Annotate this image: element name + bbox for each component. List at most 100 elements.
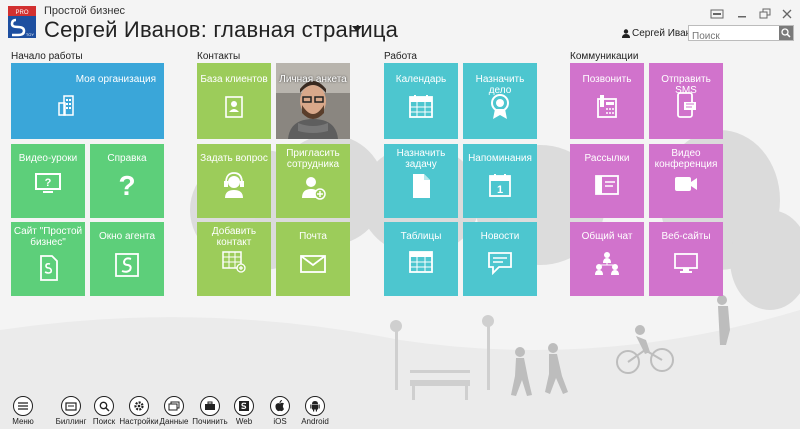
user-icon (622, 29, 630, 38)
tile-calendar[interactable]: Календарь (384, 63, 458, 139)
bottom-label: Android (301, 417, 329, 426)
question-mark-icon: ? (118, 170, 135, 199)
section-title-work: Работа (384, 51, 417, 62)
tile-news[interactable]: Новости (463, 222, 537, 296)
tile-client-base[interactable]: База клиентов (197, 63, 271, 139)
tile-label: Напоминания (468, 153, 532, 164)
speech-bubble-icon (488, 252, 512, 275)
tile-add-contact[interactable]: Добавить контакт (197, 222, 271, 296)
apple-icon (270, 396, 290, 416)
tile-websites[interactable]: Веб-сайты (649, 222, 723, 296)
tile-label: Календарь (395, 74, 447, 85)
data-windows-icon (164, 396, 184, 416)
svg-text:?: ? (118, 170, 135, 199)
group-chat-icon (595, 252, 619, 275)
tile-label: Личная анкета (279, 74, 347, 85)
bottom-label: Меню (12, 417, 34, 426)
agent-window-icon (115, 253, 139, 277)
search-box (688, 25, 794, 44)
bottom-menu-button[interactable]: Меню (8, 396, 38, 426)
calendar-day-icon: 1 (489, 174, 511, 197)
billing-icon (61, 396, 81, 416)
tile-label: Общий чат (581, 231, 633, 242)
tile-label: Моя организация (75, 74, 156, 85)
document-s-icon (40, 255, 58, 281)
tile-label: Позвонить (582, 74, 632, 85)
tile-call[interactable]: Позвонить (570, 63, 644, 139)
tile-reminders[interactable]: Напоминания 1 (463, 144, 537, 218)
tile-label: Пригласить сотрудника (286, 148, 340, 170)
app-name: Простой бизнес (44, 5, 126, 17)
monitor-question-icon: ? (35, 173, 61, 193)
app-logo: PRO TOY (8, 6, 36, 38)
calendar-day-number: 1 (497, 184, 503, 196)
minimize-icon[interactable] (735, 8, 749, 20)
android-icon (305, 396, 325, 416)
tile-label: Видео конференция (654, 148, 718, 170)
contacts-book-icon (225, 96, 243, 118)
tile-group-chat[interactable]: Общий чат (570, 222, 644, 296)
title-dropdown-caret-icon[interactable] (352, 26, 362, 32)
magnifier-icon (94, 396, 114, 416)
tile-label: Таблицы (400, 231, 442, 242)
tile-help[interactable]: Справка ? (90, 144, 164, 218)
toolbox-icon (200, 396, 220, 416)
web-s-icon (234, 396, 254, 416)
tile-label: Окно агента (98, 231, 156, 242)
tile-assign-job[interactable]: Назначить задачу (384, 144, 458, 218)
mobile-sms-icon (677, 92, 696, 118)
tile-send-sms[interactable]: Отправить SMS (649, 63, 723, 139)
gear-icon (129, 396, 149, 416)
calendar-grid-icon (409, 95, 433, 118)
tile-label: Назначить задачу (396, 148, 446, 170)
video-camera-icon (675, 177, 697, 191)
section-title-comms: Коммуникации (570, 51, 639, 62)
tile-video-lessons[interactable]: Видео-уроки ? (11, 144, 85, 218)
tile-tables[interactable]: Таблицы (384, 222, 458, 296)
add-contact-grid-icon (222, 251, 246, 273)
tile-ask-question[interactable]: Задать вопрос (197, 144, 271, 218)
section-title-start: Начало работы (11, 51, 83, 62)
svg-text:?: ? (45, 177, 52, 189)
tile-label: Новости (480, 231, 520, 242)
tile-label: Веб-сайты (661, 231, 711, 242)
tile-label: Справка (107, 153, 147, 164)
search-button[interactable] (779, 26, 793, 40)
add-user-icon (302, 177, 326, 200)
page-title[interactable]: Сергей Иванов: главная страница (44, 17, 398, 43)
tile-label: Почта (299, 231, 327, 242)
tile-my-organization[interactable]: Моя организация (11, 63, 164, 139)
bottom-android-button[interactable]: Android (300, 396, 330, 426)
headset-operator-icon (224, 172, 244, 198)
tile-label: База клиентов (200, 74, 268, 85)
building-icon (58, 95, 74, 116)
search-input[interactable] (689, 29, 778, 44)
table-grid-icon (409, 251, 433, 273)
tile-label: Задать вопрос (200, 153, 268, 164)
tile-invite-employee[interactable]: Пригласить сотрудника (276, 144, 350, 218)
tile-label: Рассылки (584, 153, 630, 164)
office-phone-icon (597, 95, 617, 118)
envelope-icon (300, 255, 326, 273)
close-icon[interactable] (780, 8, 794, 20)
search-icon (781, 28, 791, 38)
tile-label: Добавить контакт (211, 226, 257, 248)
document-icon (413, 174, 430, 198)
logo-text-top: PRO (15, 10, 28, 16)
tile-profile[interactable]: Личная анкета (276, 63, 350, 139)
tile-label: Видео-уроки (18, 153, 78, 164)
tile-site[interactable]: Сайт "Простой бизнес" (11, 222, 85, 296)
logo-text-bottom: TOY (26, 32, 34, 37)
tile-agent-window[interactable]: Окно агента (90, 222, 164, 296)
tile-mailings[interactable]: Рассылки (570, 144, 644, 218)
tile-assign-task[interactable]: Назначить дело (463, 63, 537, 139)
section-title-contacts: Контакты (197, 51, 241, 62)
newsletter-icon (595, 175, 619, 195)
restore-icon[interactable] (758, 8, 772, 20)
award-ribbon-icon (491, 94, 509, 119)
monitor-icon (674, 253, 698, 273)
tile-label: Сайт "Простой бизнес" (13, 226, 83, 248)
window-compact-icon[interactable] (710, 8, 724, 20)
tile-video-conference[interactable]: Видео конференция (649, 144, 723, 218)
tile-mail[interactable]: Почта (276, 222, 350, 296)
